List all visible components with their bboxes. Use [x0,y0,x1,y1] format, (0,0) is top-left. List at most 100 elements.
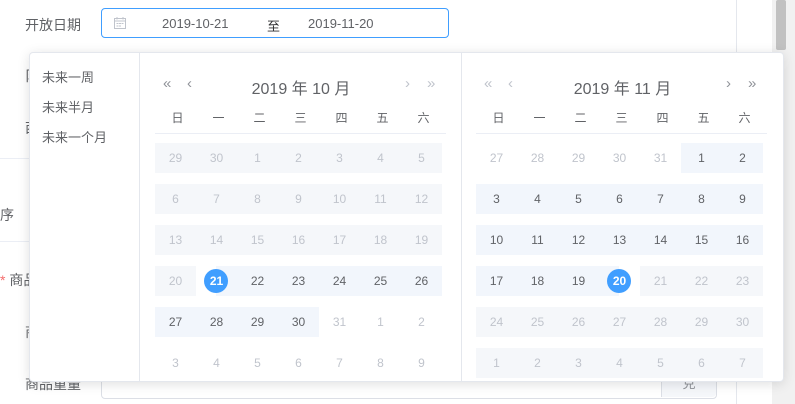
day-cell[interactable]: 6 [278,348,319,378]
selected-day-cell[interactable]: 21 [196,266,237,296]
weekday-label: 一 [212,111,225,125]
day-number: 10 [332,192,347,206]
scrollbar-thumb[interactable] [776,0,786,50]
day-cell[interactable]: 18 [517,266,558,296]
day-cell: 18 [360,225,401,255]
day-cell[interactable]: 8 [360,348,401,378]
weekday-label: 二 [574,111,587,125]
day-cell: 4 [360,143,401,173]
day-cell[interactable]: 31 [640,143,681,173]
day-number: 29 [694,315,709,329]
day-cell: 24 [476,307,517,337]
day-cell[interactable]: 1 [681,143,722,173]
day-cell[interactable]: 10 [476,225,517,255]
day-cell: 2 [517,348,558,378]
day-number: 4 [534,192,541,206]
day-cell[interactable]: 11 [517,225,558,255]
day-cell[interactable]: 8 [681,184,722,214]
day-number: 19 [571,274,586,288]
day-cell[interactable]: 30 [599,143,640,173]
day-number: 25 [373,274,388,288]
day-cell[interactable]: 16 [722,225,763,255]
day-cell[interactable]: 5 [558,184,599,214]
day-cell[interactable]: 2 [722,143,763,173]
open-date-label: 开放日期 [25,17,81,33]
weekday-label: 六 [738,111,751,125]
day-number: 17 [332,233,347,247]
next-year-icon[interactable]: » [427,74,435,94]
day-cell[interactable]: 3 [476,184,517,214]
day-cell[interactable]: 28 [196,307,237,337]
day-cell[interactable]: 15 [681,225,722,255]
selected-day-cell[interactable]: 20 [599,266,640,296]
day-cell[interactable]: 3 [155,348,196,378]
day-number: 3 [493,192,500,206]
day-cell[interactable]: 1 [360,307,401,337]
day-cell[interactable]: 24 [319,266,360,296]
next-month-icon[interactable]: › [726,74,731,94]
day-number: 27 [612,315,627,329]
day-cell[interactable]: 9 [722,184,763,214]
day-number: 28 [653,315,668,329]
day-cell[interactable]: 28 [517,143,558,173]
day-cell[interactable]: 30 [278,307,319,337]
weekday-label: 三 [294,111,307,125]
day-number: 7 [739,356,746,370]
day-number: 9 [418,356,425,370]
day-number: 13 [612,233,627,247]
day-cell: 10 [319,184,360,214]
day-cell: 7 [196,184,237,214]
weekday-label: 三 [615,111,628,125]
day-cell[interactable]: 23 [278,266,319,296]
day-cell[interactable]: 7 [640,184,681,214]
day-number: 13 [168,233,183,247]
day-cell[interactable]: 26 [401,266,442,296]
day-number: 17 [489,274,504,288]
day-cell[interactable]: 5 [237,348,278,378]
day-cell[interactable]: 4 [517,184,558,214]
day-cell[interactable]: 19 [558,266,599,296]
day-cell[interactable]: 9 [401,348,442,378]
day-cell[interactable]: 29 [558,143,599,173]
day-cell[interactable]: 4 [196,348,237,378]
day-cell[interactable]: 17 [476,266,517,296]
day-number: 27 [489,151,504,165]
next-year-icon[interactable]: » [748,74,756,94]
shortcut-next-half-month[interactable]: 未来半月 [30,93,139,123]
day-cell[interactable]: 31 [319,307,360,337]
shortcut-sidebar: 未来一周 未来半月 未来一个月 [30,53,140,381]
calendar-icon [114,17,126,29]
shortcut-next-week[interactable]: 未来一周 [30,63,139,93]
right-calendar: « ‹ 2019 年 11 月 › » 日一二三四五六 27 28 29 30 31 1 2… [462,53,783,381]
day-cell[interactable]: 29 [237,307,278,337]
day-cell[interactable]: 7 [319,348,360,378]
day-number: 15 [250,233,265,247]
day-cell[interactable]: 27 [476,143,517,173]
day-number: 19 [414,233,429,247]
day-cell[interactable]: 6 [599,184,640,214]
day-cell[interactable]: 22 [237,266,278,296]
day-cell: 5 [640,348,681,378]
day-cell[interactable]: 27 [155,307,196,337]
day-cell[interactable]: 25 [360,266,401,296]
day-cell: 20 [155,266,196,296]
day-number: 7 [657,192,664,206]
day-cell[interactable]: 13 [599,225,640,255]
day-number: 9 [739,192,746,206]
weekday-label: 五 [376,111,389,125]
section-divider [0,158,30,159]
day-number: 4 [213,356,220,370]
day-cell: 1 [476,348,517,378]
right-day-grid: 27 28 29 30 31 1 2 3 4 5 6 7 8 9 10 11 12 13 14 15 16 17 18 19 2… [476,143,767,389]
date-range-input[interactable]: 2019-10-21 至 2019-11-20 [101,8,449,38]
start-date-value[interactable]: 2019-10-21 [162,16,229,31]
day-cell[interactable]: 12 [558,225,599,255]
day-number: 14 [209,233,224,247]
day-number: 5 [657,356,664,370]
day-number: 4 [616,356,623,370]
day-cell[interactable]: 14 [640,225,681,255]
day-cell[interactable]: 2 [401,307,442,337]
next-month-icon[interactable]: › [405,74,410,94]
shortcut-next-month[interactable]: 未来一个月 [30,123,139,153]
end-date-value[interactable]: 2019-11-20 [308,16,374,31]
